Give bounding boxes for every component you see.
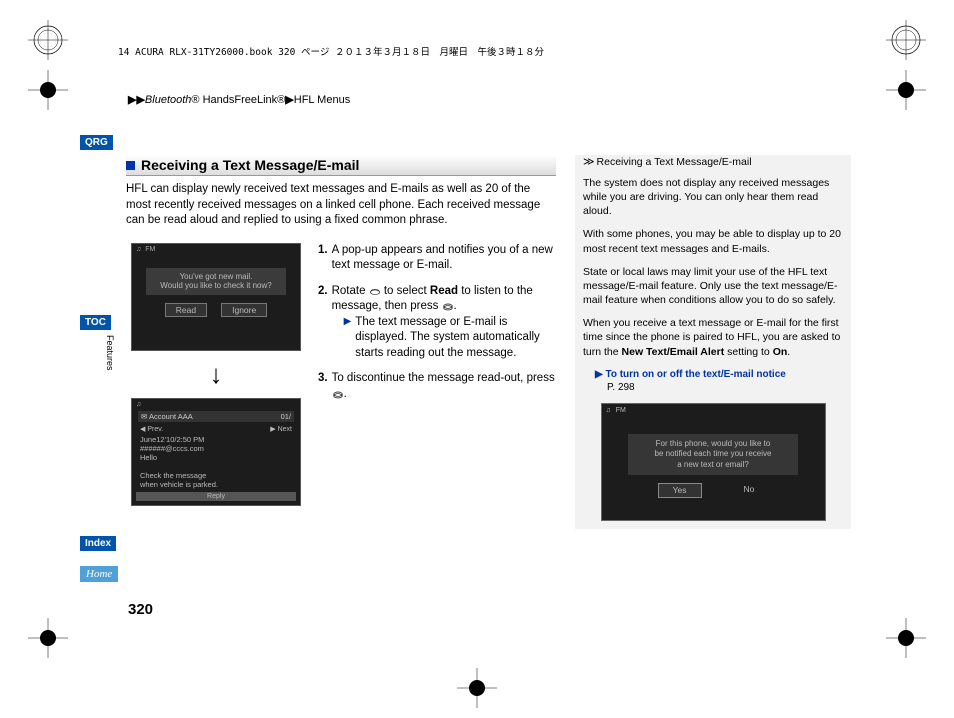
- qrg-button[interactable]: QRG: [80, 135, 113, 150]
- triangle-bullet-icon: ▶: [344, 315, 352, 362]
- intro-text: HFL can display newly received text mess…: [126, 182, 556, 229]
- note-icon: ≫: [583, 155, 595, 170]
- screen3-yes-button: Yes: [658, 483, 702, 498]
- screen3-no-button: No: [730, 483, 769, 498]
- file-info-header: 14 ACURA RLX-31TY26000.book 320 ページ ２０１３…: [118, 44, 544, 58]
- steps-list: 1.A pop-up appears and notifies you of a…: [318, 243, 556, 506]
- cropmark-bottom-center: [457, 668, 497, 708]
- right-sidebar-notes: ≫Receiving a Text Message/E-mail The sys…: [575, 155, 851, 529]
- rotate-knob-icon: [369, 286, 381, 296]
- cropmark-bottom-left: [28, 618, 68, 658]
- screen-alert-confirm: ♫FM For this phone, would you like to be…: [601, 403, 826, 521]
- press-knob-icon-2: [332, 389, 344, 399]
- home-button[interactable]: Home: [80, 566, 118, 582]
- screen-message-detail: ♫ ✉ Account AAA01/ ◀ Prev.▶ Next June12'…: [131, 398, 301, 506]
- heading-square-icon: [126, 161, 135, 170]
- cropmark-mid-left: [28, 70, 68, 110]
- down-arrow-icon: ↓: [210, 359, 223, 390]
- press-knob-icon: [442, 301, 454, 311]
- xref-link[interactable]: ▶ To turn on or off the text/E-mail noti…: [595, 369, 786, 380]
- cropmark-top-right: [886, 20, 926, 60]
- screen1-ignore-button: Ignore: [221, 303, 267, 317]
- screen-popup-newmail: ♫FM You've got new mail. Would you like …: [131, 243, 301, 351]
- index-button[interactable]: Index: [80, 536, 116, 551]
- screen1-read-button: Read: [165, 303, 207, 317]
- toc-button[interactable]: TOC: [80, 315, 111, 330]
- cropmark-top-left: [28, 20, 68, 60]
- cropmark-bottom-right: [886, 618, 926, 658]
- cropmark-mid-right: [886, 70, 926, 110]
- features-label: Features: [105, 335, 115, 371]
- breadcrumb: ▶▶Bluetooth® HandsFreeLink®▶HFL Menus: [128, 93, 350, 106]
- page-number: 320: [128, 601, 153, 618]
- section-heading: Receiving a Text Message/E-mail: [126, 155, 556, 176]
